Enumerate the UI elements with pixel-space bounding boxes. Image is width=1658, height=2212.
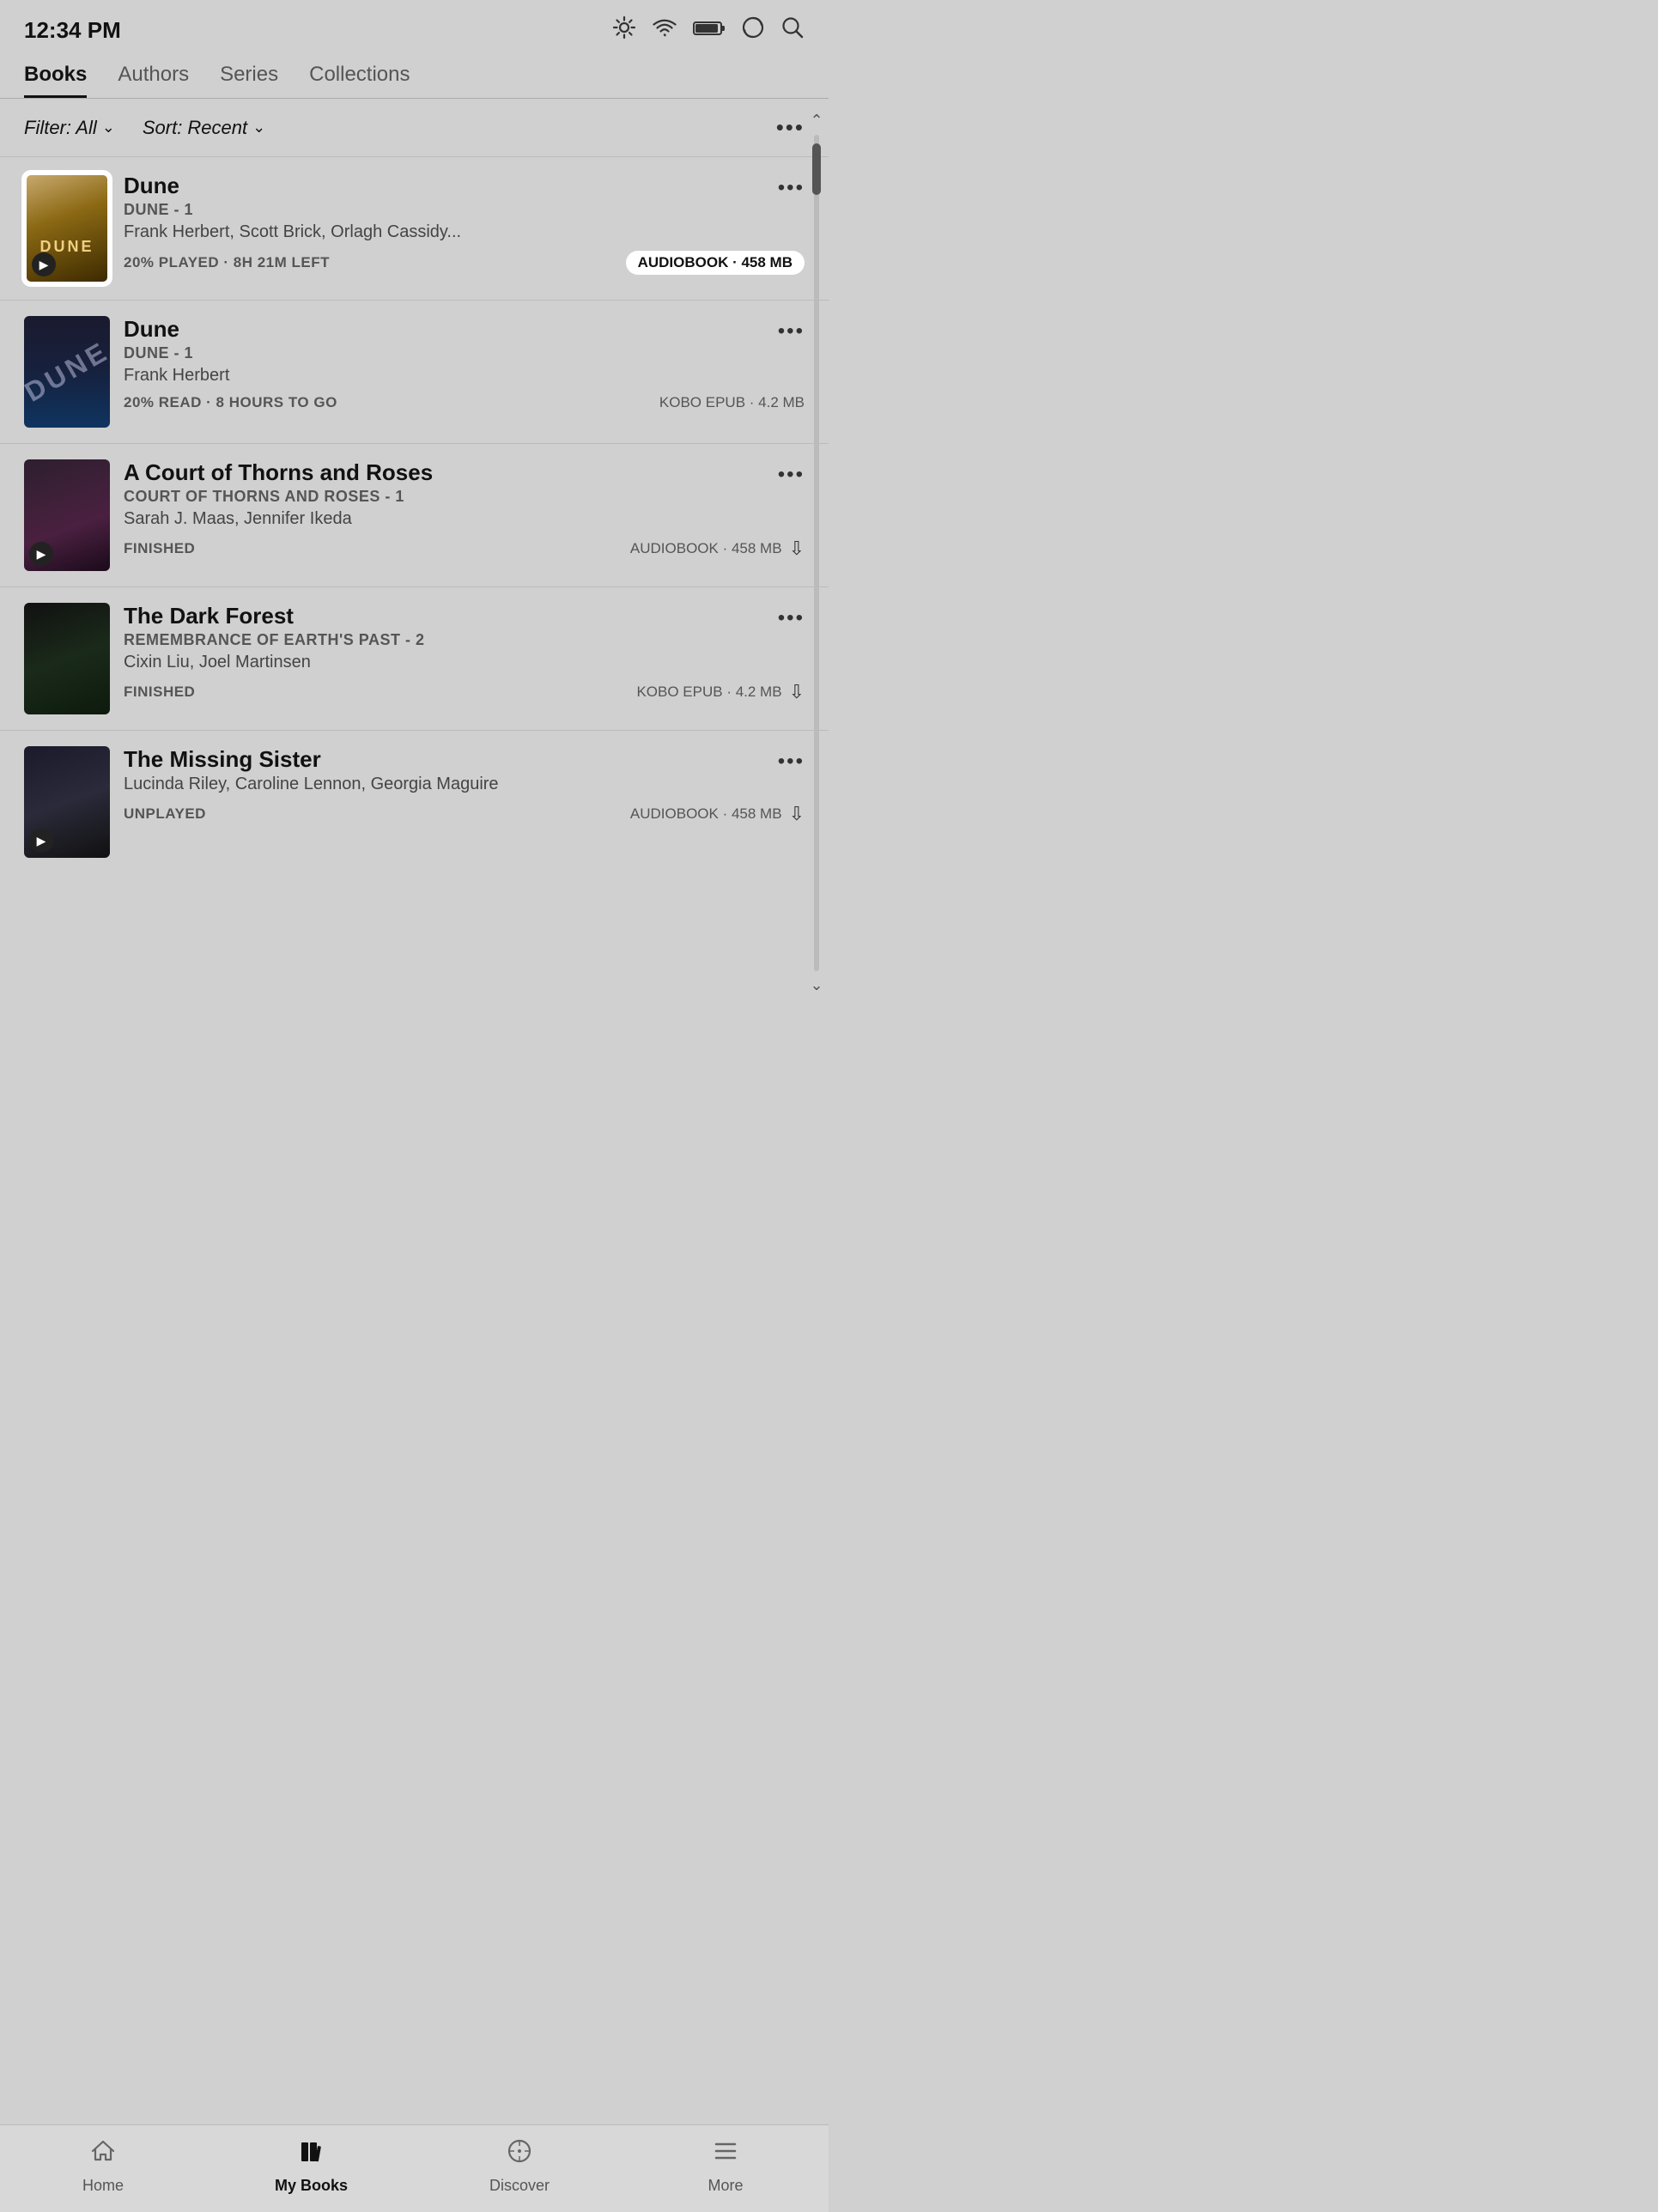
download-icon[interactable]: ⇩	[789, 803, 805, 825]
book-cover-dune-audio[interactable]: ▶	[24, 173, 110, 284]
book-status: 20% READ · 8 HOURS TO GO	[124, 394, 337, 411]
book-info-acotars: A Court of Thorns and Roses COURT OF THO…	[124, 459, 805, 560]
home-icon	[89, 2137, 117, 2172]
book-cover-darkforest[interactable]	[24, 603, 110, 714]
nav-label-home: Home	[82, 2177, 124, 2195]
scroll-track[interactable]	[814, 135, 819, 971]
book-item-dune-audio: ▶ Dune DUNE - 1 Frank Herbert, Scott Bri…	[0, 156, 829, 300]
book-authors: Frank Herbert	[124, 366, 805, 386]
book-info-dune-audio: Dune DUNE - 1 Frank Herbert, Scott Brick…	[124, 173, 805, 275]
book-authors: Lucinda Riley, Caroline Lennon, Georgia …	[124, 775, 805, 794]
book-series: DUNE - 1	[124, 344, 805, 362]
book-item-dune-epub: Dune DUNE - 1 Frank Herbert 20% READ · 8…	[0, 300, 829, 443]
book-authors: Frank Herbert, Scott Brick, Orlagh Cassi…	[124, 222, 805, 242]
more-icon	[712, 2137, 739, 2172]
mybooks-icon	[297, 2137, 325, 2172]
book-series: DUNE - 1	[124, 201, 805, 219]
audio-badge: ▶	[29, 542, 53, 566]
book-title[interactable]: The Missing Sister	[124, 746, 805, 773]
book-meta: FINISHED AUDIOBOOK · 458 MB ⇩	[124, 538, 805, 560]
filter-chevron-icon: ⌄	[102, 118, 115, 137]
search-icon[interactable]	[780, 15, 805, 46]
scroll-up-button[interactable]: ⌃	[810, 112, 823, 130]
book-authors: Sarah J. Maas, Jennifer Ikeda	[124, 509, 805, 529]
download-icon[interactable]: ⇩	[789, 681, 805, 703]
nav-item-discover[interactable]: Discover	[485, 2137, 554, 2195]
scroll-down-button[interactable]: ⌄	[810, 976, 823, 994]
nav-item-more[interactable]: More	[691, 2137, 760, 2195]
book-status: FINISHED	[124, 540, 195, 557]
book-info-missingsister: The Missing Sister Lucinda Riley, Caroli…	[124, 746, 805, 825]
book-status: FINISHED	[124, 684, 195, 701]
book-format: KOBO EPUB · 4.2 MB	[659, 394, 805, 411]
book-item-darkforest: The Dark Forest REMEMBRANCE OF EARTH'S P…	[0, 586, 829, 730]
book-list: ▶ Dune DUNE - 1 Frank Herbert, Scott Bri…	[0, 156, 829, 873]
book-item-acotars: ▶ A Court of Thorns and Roses COURT OF T…	[0, 443, 829, 586]
book-more-button[interactable]: •••	[778, 176, 805, 200]
tab-series[interactable]: Series	[220, 63, 278, 98]
sync-icon[interactable]	[741, 15, 765, 46]
book-format: KOBO EPUB · 4.2 MB ⇩	[636, 681, 805, 703]
audiobook-pill: AUDIOBOOK · 458 MB	[626, 251, 805, 275]
nav-label-more: More	[708, 2177, 743, 2195]
book-title[interactable]: Dune	[124, 316, 805, 343]
book-info-darkforest: The Dark Forest REMEMBRANCE OF EARTH'S P…	[124, 603, 805, 703]
book-series: COURT OF THORNS AND ROSES - 1	[124, 488, 805, 506]
book-title[interactable]: The Dark Forest	[124, 603, 805, 629]
nav-item-home[interactable]: Home	[69, 2137, 137, 2195]
book-info-dune-epub: Dune DUNE - 1 Frank Herbert 20% READ · 8…	[124, 316, 805, 411]
bottom-nav: Home My Books Discover	[0, 2124, 829, 2212]
nav-item-mybooks[interactable]: My Books	[275, 2137, 348, 2195]
status-time: 12:34 PM	[24, 17, 121, 44]
book-authors: Cixin Liu, Joel Martinsen	[124, 653, 805, 672]
download-icon[interactable]: ⇩	[789, 538, 805, 560]
nav-label-discover: Discover	[489, 2177, 550, 2195]
sort-button[interactable]: Sort: Recent ⌄	[143, 117, 265, 139]
nav-label-mybooks: My Books	[275, 2177, 348, 2195]
sort-chevron-icon: ⌄	[252, 118, 265, 137]
status-icons	[612, 15, 805, 46]
status-bar: 12:34 PM	[0, 0, 829, 54]
tab-collections[interactable]: Collections	[309, 63, 410, 98]
scrollbar[interactable]: ⌃ ⌄	[808, 112, 825, 994]
scroll-thumb[interactable]	[812, 143, 821, 195]
filter-button[interactable]: Filter: All ⌄	[24, 117, 115, 139]
brightness-icon	[612, 15, 636, 46]
filter-row: Filter: All ⌄ Sort: Recent ⌄ •••	[0, 99, 829, 156]
book-meta: 20% PLAYED · 8H 21M LEFT AUDIOBOOK · 458…	[124, 251, 805, 275]
book-cover-dune-epub[interactable]	[24, 316, 110, 428]
book-title[interactable]: Dune	[124, 173, 805, 199]
book-more-button[interactable]: •••	[778, 319, 805, 343]
tab-authors[interactable]: Authors	[118, 63, 189, 98]
audio-badge: ▶	[29, 829, 53, 853]
tab-books[interactable]: Books	[24, 63, 87, 98]
book-more-button[interactable]: •••	[778, 463, 805, 487]
book-cover-acotars[interactable]: ▶	[24, 459, 110, 571]
book-meta: UNPLAYED AUDIOBOOK · 458 MB ⇩	[124, 803, 805, 825]
book-status: UNPLAYED	[124, 805, 206, 823]
book-item-missingsister: ▶ The Missing Sister Lucinda Riley, Caro…	[0, 730, 829, 873]
book-meta: FINISHED KOBO EPUB · 4.2 MB ⇩	[124, 681, 805, 703]
more-options-button[interactable]: •••	[776, 114, 805, 141]
book-more-button[interactable]: •••	[778, 606, 805, 630]
discover-icon	[506, 2137, 533, 2172]
audio-playing-badge: ▶	[32, 252, 56, 276]
book-format: AUDIOBOOK · 458 MB ⇩	[630, 803, 805, 825]
book-status: 20% PLAYED · 8H 21M LEFT	[124, 254, 330, 271]
book-cover-missingsister[interactable]: ▶	[24, 746, 110, 858]
wifi-icon	[652, 18, 677, 43]
tab-bar: Books Authors Series Collections	[0, 54, 829, 99]
book-meta: 20% READ · 8 HOURS TO GO KOBO EPUB · 4.2…	[124, 394, 805, 411]
book-more-button[interactable]: •••	[778, 750, 805, 774]
book-title[interactable]: A Court of Thorns and Roses	[124, 459, 805, 486]
battery-icon	[693, 19, 726, 43]
book-series: REMEMBRANCE OF EARTH'S PAST - 2	[124, 631, 805, 649]
filter-left: Filter: All ⌄ Sort: Recent ⌄	[24, 117, 265, 139]
book-format: AUDIOBOOK · 458 MB ⇩	[630, 538, 805, 560]
